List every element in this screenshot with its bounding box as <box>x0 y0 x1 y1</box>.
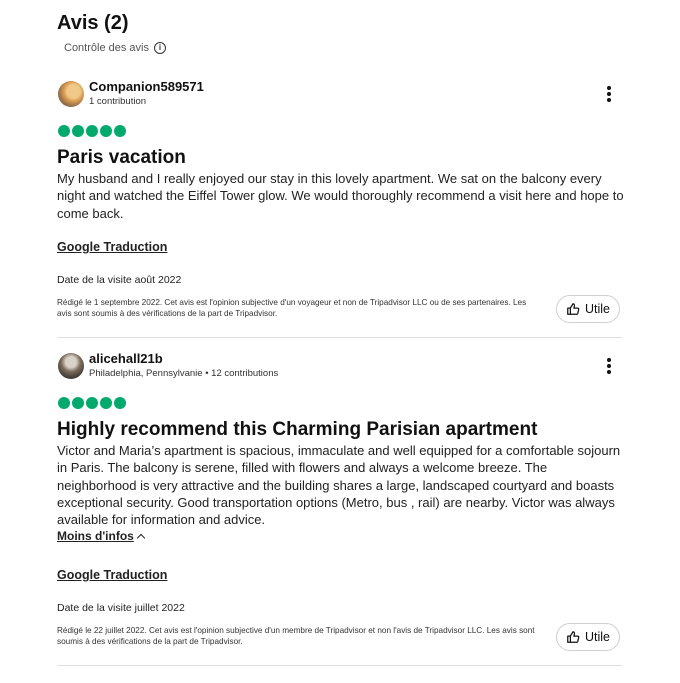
review-username[interactable]: Companion589571 <box>89 79 204 94</box>
show-less-label: Moins d'infos <box>57 529 134 543</box>
visit-date: Date de la visite juillet 2022 <box>57 602 185 614</box>
rating-bubble-icon <box>58 397 70 409</box>
rating-bubble-icon <box>72 397 84 409</box>
review-author-meta: 1 contribution <box>89 96 147 107</box>
helpful-label: Utile <box>584 302 610 316</box>
rating-bubble-icon <box>100 125 112 137</box>
review-title[interactable]: Highly recommend this Charming Parisian … <box>57 419 537 441</box>
review-username[interactable]: alicehall21b <box>89 351 163 366</box>
divider <box>57 337 622 338</box>
chevron-up-icon <box>136 533 146 542</box>
thumbs-up-icon <box>567 631 580 643</box>
review-author-meta: Philadelphia, Pennsylvanie • 12 contribu… <box>89 368 279 379</box>
divider <box>57 665 622 666</box>
rating-bubbles <box>58 125 126 137</box>
review-body: Victor and Maria’s apartment is spacious… <box>57 443 621 528</box>
rating-bubble-icon <box>72 125 84 137</box>
visit-date: Date de la visite août 2022 <box>57 274 182 286</box>
helpful-label: Utile <box>584 630 610 644</box>
rating-bubble-icon <box>114 397 126 409</box>
info-icon[interactable]: i <box>154 42 166 54</box>
rating-bubbles <box>58 397 126 409</box>
rating-bubble-icon <box>86 397 98 409</box>
review-title[interactable]: Paris vacation <box>57 147 186 169</box>
helpful-button[interactable]: Utile <box>556 623 620 651</box>
rating-bubble-icon <box>114 125 126 137</box>
review-control-link[interactable]: Contrôle des avis i <box>64 42 166 54</box>
more-options-icon[interactable] <box>601 85 617 103</box>
show-less-link[interactable]: Moins d'infos <box>57 529 146 543</box>
avatar[interactable] <box>58 81 84 107</box>
page-title: Avis (2) <box>57 12 129 34</box>
google-translate-link[interactable]: Google Traduction <box>57 240 167 254</box>
thumbs-up-icon <box>567 303 580 315</box>
google-translate-link[interactable]: Google Traduction <box>57 568 167 582</box>
review-control-label: Contrôle des avis <box>64 42 149 54</box>
more-options-icon[interactable] <box>601 357 617 375</box>
helpful-button[interactable]: Utile <box>556 295 620 323</box>
review-body: My husband and I really enjoyed our stay… <box>57 171 624 221</box>
rating-bubble-icon <box>86 125 98 137</box>
review-disclaimer: Rédigé le 22 juillet 2022. Cet avis est … <box>57 626 535 646</box>
rating-bubble-icon <box>100 397 112 409</box>
rating-bubble-icon <box>58 125 70 137</box>
review-disclaimer: Rédigé le 1 septembre 2022. Cet avis est… <box>57 298 527 318</box>
avatar[interactable] <box>58 353 84 379</box>
